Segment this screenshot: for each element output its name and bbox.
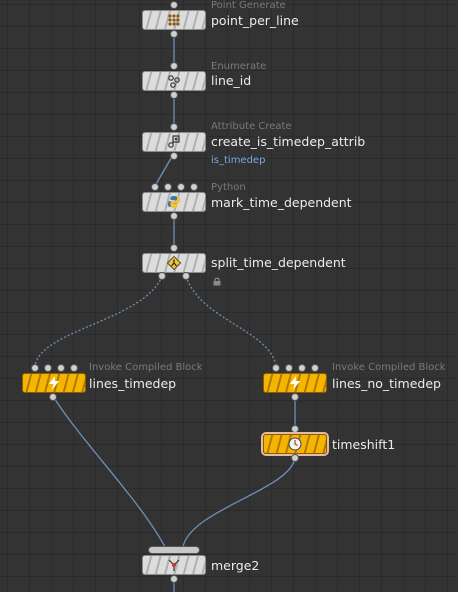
input-port[interactable] xyxy=(171,2,177,8)
dots-grid-icon xyxy=(166,12,182,28)
input-port-4[interactable] xyxy=(71,365,77,371)
output-port[interactable] xyxy=(171,31,177,37)
node-name-label[interactable]: line_id xyxy=(211,73,251,88)
wire-left-to-merge xyxy=(52,395,166,548)
input-port-4[interactable] xyxy=(191,184,197,190)
input-port[interactable] xyxy=(171,63,177,69)
output-port-false[interactable] xyxy=(183,273,189,279)
output-port[interactable] xyxy=(171,213,177,219)
split-diamond-icon xyxy=(166,255,182,271)
input-port-2[interactable] xyxy=(45,365,51,371)
node-tile[interactable] xyxy=(142,132,206,152)
enumerate-icon xyxy=(166,73,182,89)
node-name-label[interactable]: merge2 xyxy=(211,558,259,573)
node-tile[interactable] xyxy=(263,434,327,454)
attribute-create-icon xyxy=(166,134,182,150)
output-port[interactable] xyxy=(171,153,177,159)
clock-icon xyxy=(287,436,303,452)
input-port-1[interactable] xyxy=(32,365,38,371)
node-name-label[interactable]: lines_no_timedep xyxy=(332,376,441,391)
input-port-1[interactable] xyxy=(273,365,279,371)
input-port-2[interactable] xyxy=(165,184,171,190)
merge-input-bar[interactable] xyxy=(149,547,199,553)
node-type-label: Invoke Compiled Block xyxy=(89,362,203,373)
wire-layer xyxy=(34,32,296,592)
node-name-label[interactable]: lines_timedep xyxy=(89,376,176,391)
node-type-label: Point Generate xyxy=(211,0,286,11)
node-attribute-subtitle: is_timedep xyxy=(211,155,266,166)
node-name-label[interactable]: split_time_dependent xyxy=(211,255,346,270)
input-port-3[interactable] xyxy=(299,365,305,371)
python-icon xyxy=(166,194,182,210)
node-tile[interactable] xyxy=(22,373,86,393)
node-tile[interactable] xyxy=(142,10,206,30)
input-port[interactable] xyxy=(292,426,298,432)
node-name-label[interactable]: timeshift1 xyxy=(332,437,395,452)
lightning-icon xyxy=(287,375,303,391)
wire-split-to-left xyxy=(34,275,163,367)
node-name-label[interactable]: mark_time_dependent xyxy=(211,195,352,210)
input-port-3[interactable] xyxy=(58,365,64,371)
input-port-2[interactable] xyxy=(286,365,292,371)
node-type-label: Attribute Create xyxy=(211,121,292,132)
output-port[interactable] xyxy=(171,576,177,582)
input-port[interactable] xyxy=(171,245,177,251)
merge-icon xyxy=(166,557,182,573)
node-tile[interactable] xyxy=(142,71,206,91)
input-port-1[interactable] xyxy=(152,184,158,190)
input-port-4[interactable] xyxy=(312,365,318,371)
node-name-label[interactable]: create_is_timedep_attrib xyxy=(211,134,365,149)
node-type-label: Invoke Compiled Block xyxy=(332,362,446,373)
node-tile[interactable] xyxy=(142,555,206,575)
node-tile[interactable] xyxy=(142,192,206,212)
input-port-3[interactable] xyxy=(178,184,184,190)
lock-icon xyxy=(213,271,221,290)
node-tile[interactable] xyxy=(142,253,206,273)
wire-split-to-right xyxy=(185,275,277,367)
output-port[interactable] xyxy=(171,92,177,98)
output-port[interactable] xyxy=(292,455,298,461)
node-type-label: Enumerate xyxy=(211,61,267,72)
node-type-label: Python xyxy=(211,182,246,193)
wire-timeshift-to-merge xyxy=(182,457,296,548)
output-port[interactable] xyxy=(50,394,56,400)
lightning-icon xyxy=(46,375,62,391)
input-port[interactable] xyxy=(171,124,177,130)
node-name-label[interactable]: point_per_line xyxy=(211,13,299,28)
output-port[interactable] xyxy=(292,394,298,400)
node-tile[interactable] xyxy=(263,373,327,393)
output-port-true[interactable] xyxy=(159,273,165,279)
